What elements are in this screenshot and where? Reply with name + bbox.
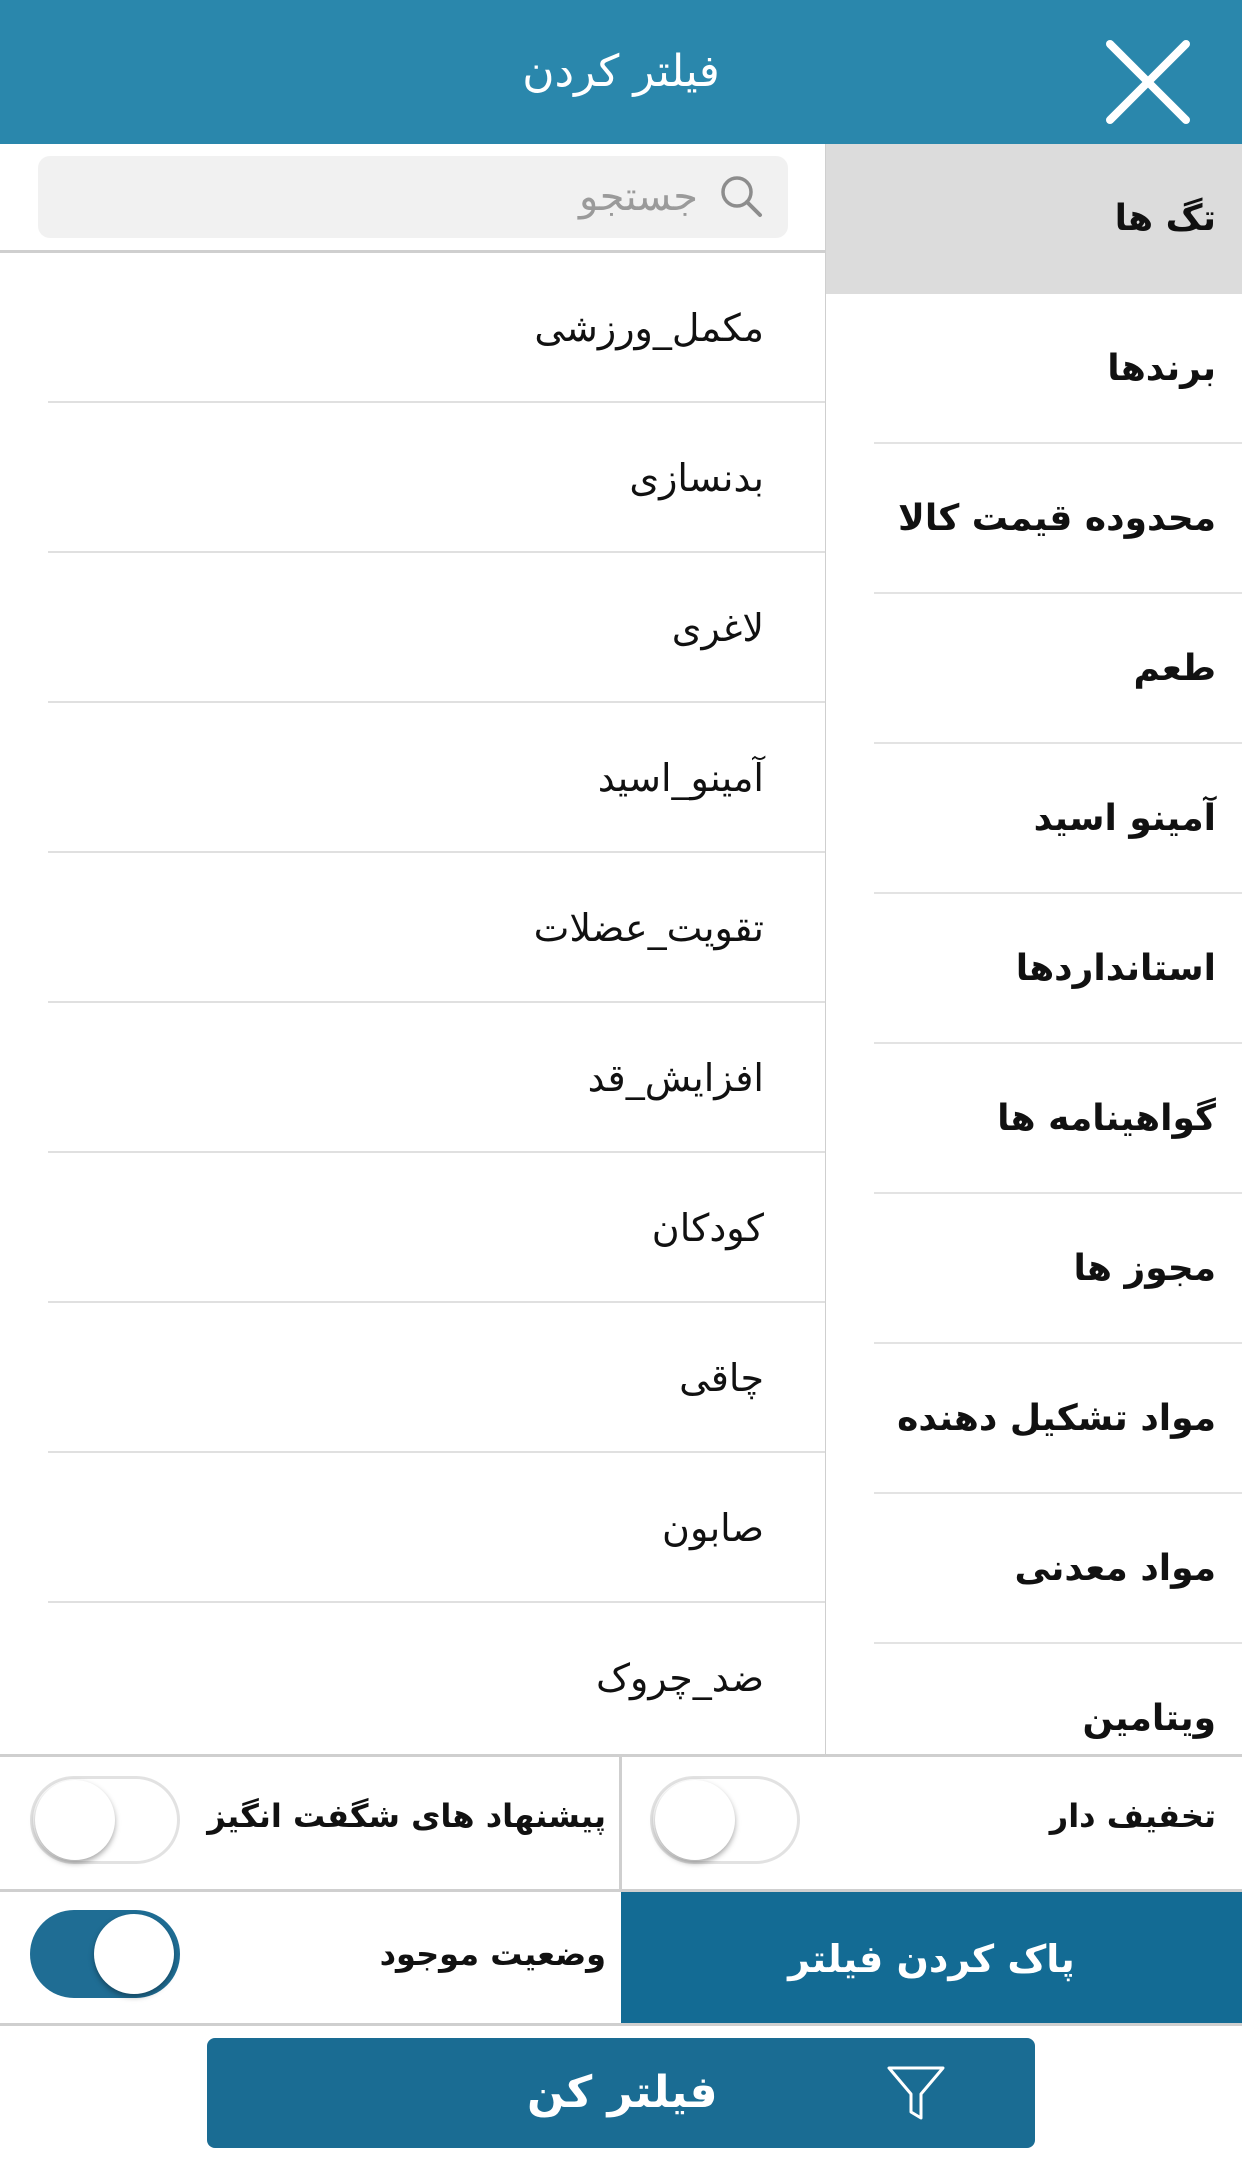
in-stock-toggle[interactable]: [30, 1910, 180, 1998]
amazing-offers-toggle[interactable]: [30, 1776, 180, 1864]
tag-item[interactable]: مکمل_ورزشی: [48, 253, 826, 403]
tag-label: مکمل_ورزشی: [534, 306, 764, 350]
toggle-knob: [655, 1780, 735, 1860]
tag-label: بدنسازی: [629, 456, 764, 500]
tag-label: آمینو_اسید: [597, 756, 764, 800]
tag-label: لاغری: [671, 606, 764, 650]
category-item-flavor[interactable]: طعم: [826, 594, 1242, 744]
tag-item[interactable]: صابون: [48, 1453, 826, 1603]
category-label: برندها: [1107, 348, 1216, 389]
apply-filter-label: فیلتر کن: [527, 2067, 718, 2118]
divider: [619, 1754, 622, 1892]
category-label: گواهینامه ها: [997, 1098, 1216, 1139]
amazing-offers-label: پیشنهاد های شگفت انگیز: [207, 1797, 606, 1835]
tag-item[interactable]: آمینو_اسید: [48, 703, 826, 853]
category-item-licenses[interactable]: مجوز ها: [826, 1194, 1242, 1344]
category-item-certificates[interactable]: گواهینامه ها: [826, 1044, 1242, 1194]
tag-item[interactable]: تقویت_عضلات: [48, 853, 826, 1003]
toggle-knob: [94, 1914, 174, 1994]
tag-item[interactable]: افزایش_قد: [48, 1003, 826, 1153]
category-label: استانداردها: [1015, 948, 1216, 989]
category-item-vitamin[interactable]: ویتامین: [826, 1644, 1242, 1754]
category-item-brands[interactable]: برندها: [826, 294, 1242, 444]
app-header: فیلتر کردن: [0, 0, 1242, 144]
close-button[interactable]: [1100, 34, 1196, 130]
apply-filter-button[interactable]: فیلتر کن: [207, 2038, 1035, 2148]
search-box[interactable]: [38, 156, 788, 238]
category-sidebar: تگ ها برندها محدوده قیمت کالا طعم آمینو …: [826, 144, 1242, 1754]
tag-label: چاقی: [679, 1356, 764, 1400]
tag-label: افزایش_قد: [587, 1056, 764, 1100]
category-label: محدوده قیمت کالا: [898, 498, 1216, 539]
category-label: آمینو اسید: [1033, 798, 1216, 839]
discounted-label: تخفیف دار: [1049, 1797, 1216, 1835]
tag-item[interactable]: بدنسازی: [48, 403, 826, 553]
in-stock-label: وضعیت موجود: [379, 1935, 606, 1973]
close-icon: [1106, 40, 1190, 124]
category-label: مواد معدنی: [1014, 1548, 1216, 1589]
page-title: فیلتر کردن: [522, 46, 720, 97]
category-label: ویتامین: [1082, 1698, 1217, 1739]
category-label: طعم: [1133, 648, 1216, 689]
tag-label: تقویت_عضلات: [533, 906, 764, 950]
tag-item[interactable]: چاقی: [48, 1303, 826, 1453]
category-item-minerals[interactable]: مواد معدنی: [826, 1494, 1242, 1644]
discounted-toggle[interactable]: [650, 1776, 800, 1864]
category-label: مجوز ها: [1073, 1248, 1216, 1289]
category-item-tags[interactable]: تگ ها: [826, 144, 1242, 294]
category-item-ingredients[interactable]: مواد تشکیل دهنده: [826, 1344, 1242, 1494]
tag-label: ضد_چروک: [595, 1656, 764, 1700]
search-icon: [721, 176, 762, 217]
search-input[interactable]: [98, 156, 698, 238]
category-label: تگ ها: [1114, 198, 1216, 239]
category-item-price-range[interactable]: محدوده قیمت کالا: [826, 444, 1242, 594]
category-item-standards[interactable]: استانداردها: [826, 894, 1242, 1044]
tag-item[interactable]: لاغری: [48, 553, 826, 703]
filter-icon: [887, 2066, 945, 2120]
tag-label: کودکان: [651, 1206, 764, 1250]
toggle-knob: [35, 1780, 115, 1860]
divider: [0, 2023, 1242, 2026]
category-label: مواد تشکیل دهنده: [897, 1398, 1216, 1439]
tag-item[interactable]: کودکان: [48, 1153, 826, 1303]
category-item-amino-acid[interactable]: آمینو اسید: [826, 744, 1242, 894]
clear-filter-button[interactable]: پاک کردن فیلتر: [621, 1892, 1242, 2026]
clear-filter-label: پاک کردن فیلتر: [788, 1937, 1075, 1981]
tag-item[interactable]: ضد_چروک: [48, 1603, 826, 1753]
tag-label: صابون: [662, 1506, 764, 1550]
